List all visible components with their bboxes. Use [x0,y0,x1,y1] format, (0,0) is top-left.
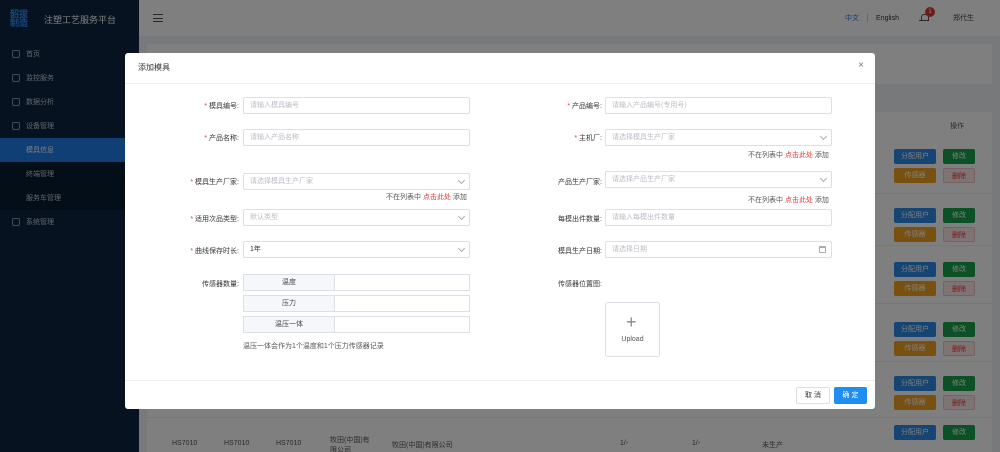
mold-date-picker[interactable]: 请选择日期 [605,241,832,258]
sensor-type-label: 温度 [243,274,334,291]
sensor-qty-table: 温度 压力 温压一体 [243,274,470,337]
defect-type-select[interactable]: 默认类型 [243,209,470,226]
curve-retention-label: * 曲线保存时长: [190,248,239,255]
mold-maker-add-link[interactable]: 点击此处 [423,194,451,201]
cavity-qty-label: 每模出件数量: [558,216,602,223]
oem-not-in-list: 不在列表中 点击此处 添加 [748,152,829,159]
combined-qty-input[interactable] [334,316,470,333]
curve-retention-select[interactable]: 1年 [243,241,470,258]
defect-type-label: * 适用次品类型: [190,216,239,223]
chevron-down-icon [457,176,466,185]
chevron-down-icon [819,132,828,141]
sensor-pic-upload[interactable]: + Upload [605,302,660,357]
pressure-qty-input[interactable] [334,295,470,312]
cancel-button[interactable]: 取 消 [796,387,830,404]
sensor-type-label: 温压一体 [243,316,334,333]
product-maker-add-link[interactable]: 点击此处 [785,197,813,204]
product-name-input[interactable]: 请输入产品名称 [243,129,470,146]
calendar-icon [819,246,826,253]
dialog-body: * 模具编号: 请输入模具编号 * 产品编号: 请输入产品编号(专用号) * 产品名称… [125,83,875,381]
mold-maker-not-in-list: 不在列表中 点击此处 添加 [386,194,467,201]
product-maker-not-in-list: 不在列表中 点击此处 添加 [748,197,829,204]
sensor-row-pressure: 压力 [243,295,470,312]
dialog-title: 添加模具 [138,63,170,72]
app-root: 韶拔 制造 注塑工艺服务平台 首页 监控服务 数据分析 设备管理 模具信息 终端… [0,0,1000,452]
oem-select[interactable]: 请选择模具生产厂家 [605,129,832,146]
sensor-pic-label: 传感器位置图: [558,281,602,288]
sensor-row-temperature: 温度 [243,274,470,291]
chevron-down-icon [457,244,466,253]
product-no-input[interactable]: 请输入产品编号(专用号) [605,97,832,114]
oem-add-link[interactable]: 点击此处 [785,152,813,159]
product-name-label: * 产品名称: [204,135,239,142]
sensor-qty-label: 传感器数量: [202,281,239,288]
close-icon[interactable]: × [858,60,864,71]
plus-icon: + [626,312,637,332]
upload-label: Upload [621,336,644,343]
mold-maker-select[interactable]: 请选择模具生产厂家 [243,173,470,190]
cavity-qty-input[interactable]: 请输入每模出件数量 [605,209,832,226]
sensor-row-combined: 温压一体 [243,316,470,333]
oem-label: * 主机厂: [574,135,602,142]
confirm-button[interactable]: 确 定 [834,387,867,404]
mold-no-label: * 模具编号: [204,103,239,110]
mold-no-input[interactable]: 请输入模具编号 [243,97,470,114]
product-maker-select[interactable]: 请选择产品生产厂家 [605,171,832,188]
mold-maker-label: * 模具生产厂家: [190,179,239,186]
sensor-type-label: 压力 [243,295,334,312]
chevron-down-icon [457,212,466,221]
chevron-down-icon [819,174,828,183]
product-maker-label: 产品生产厂家: [558,179,602,186]
mold-date-label: 模具生产日期: [558,248,602,255]
temperature-qty-input[interactable] [334,274,470,291]
product-no-label: * 产品编号: [567,103,602,110]
sensor-note: 温压一体会作为1个温度和1个压力传感器记录 [243,343,384,350]
add-mold-dialog: 添加模具 × * 模具编号: 请输入模具编号 * 产品编号: 请输入产品编号(专用号… [125,53,875,409]
